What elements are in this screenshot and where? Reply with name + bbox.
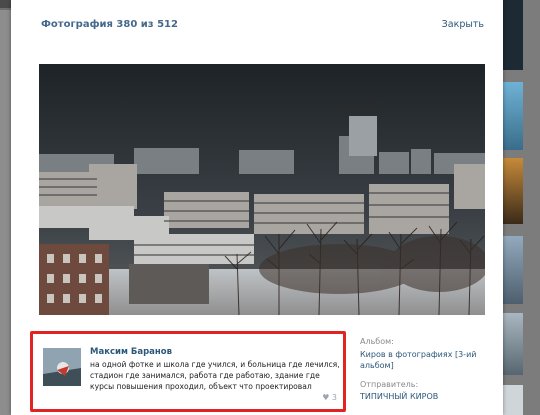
background-thumbnail bbox=[503, 158, 523, 224]
photo-viewer-panel: Фотография 380 из 512 Закрыть Максим Бар… bbox=[11, 0, 503, 415]
like-count: 3 bbox=[331, 393, 337, 402]
sender-label: Отправитель: bbox=[360, 380, 419, 389]
comment-text: на одной фотке и школа где учился, и бол… bbox=[90, 360, 340, 391]
like-button[interactable]: ♥ 3 bbox=[322, 393, 337, 402]
main-photo[interactable] bbox=[39, 64, 485, 315]
background-thumbnail bbox=[503, 385, 523, 415]
background-thumbnail bbox=[503, 82, 523, 150]
avatar[interactable] bbox=[43, 348, 81, 386]
comment-author-link[interactable]: Максим Баранов bbox=[90, 347, 172, 357]
background-thumbnail bbox=[503, 236, 523, 304]
heart-icon: ♥ bbox=[322, 393, 330, 402]
photo-counter-title: Фотография 380 из 512 bbox=[41, 19, 178, 30]
avatar-image bbox=[43, 348, 81, 386]
background-thumbnail bbox=[503, 313, 523, 375]
close-link[interactable]: Закрыть bbox=[442, 19, 484, 30]
sender-link[interactable]: ТИПИЧНЫЙ КИРОВ bbox=[360, 391, 438, 402]
city-panorama-image bbox=[39, 64, 485, 315]
album-label: Альбом: bbox=[360, 337, 394, 346]
background-thumbnail bbox=[503, 0, 523, 70]
album-link[interactable]: Киров в фотографиях [3-ий альбом] bbox=[360, 349, 492, 371]
comment-highlight-box: Максим Баранов на одной фотке и школа гд… bbox=[30, 331, 346, 412]
